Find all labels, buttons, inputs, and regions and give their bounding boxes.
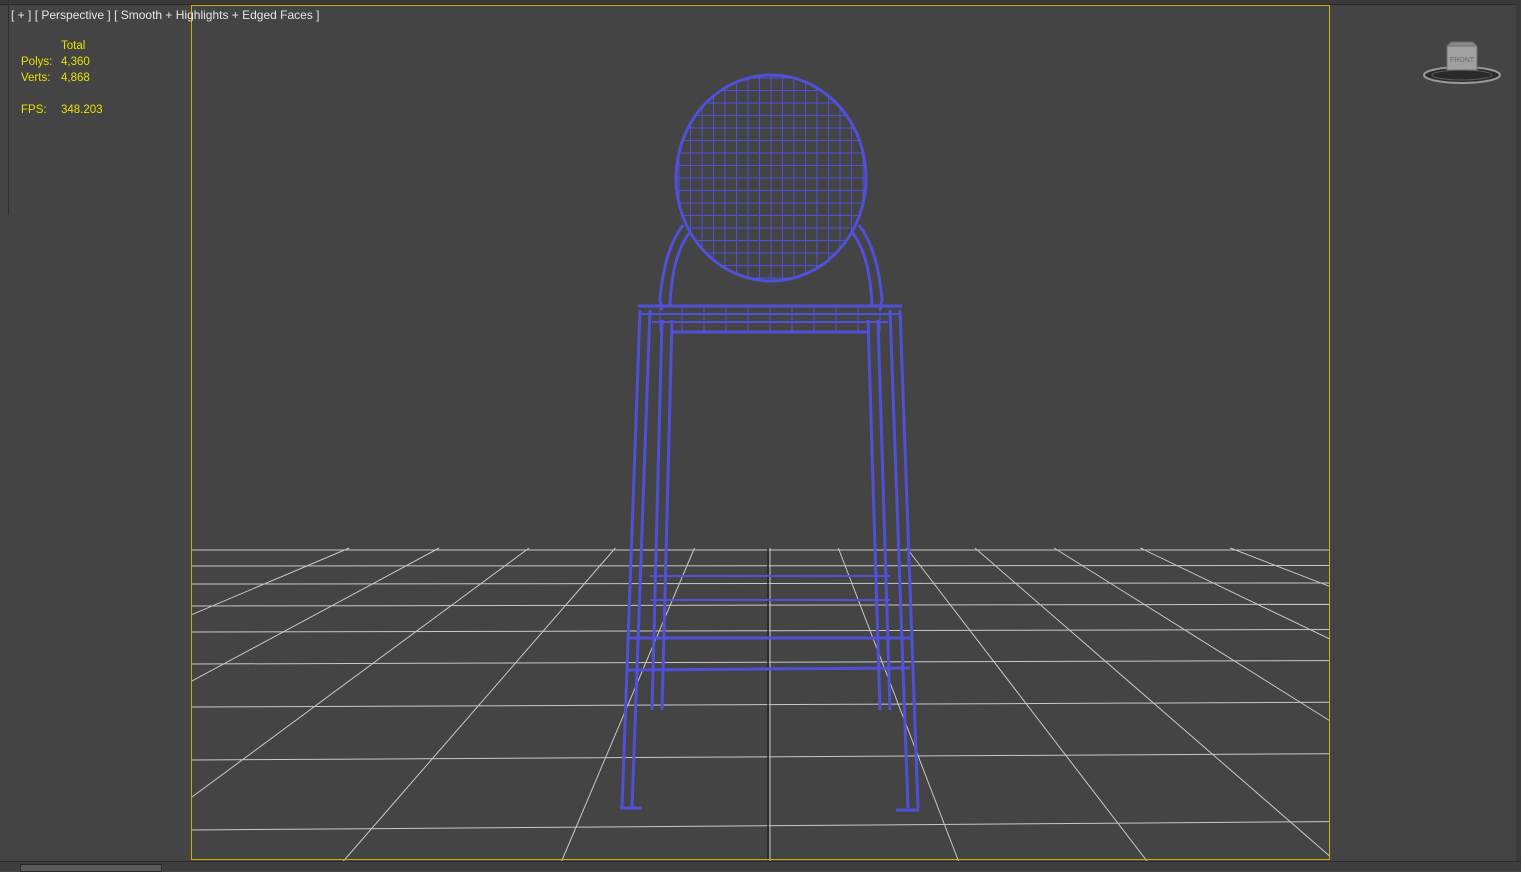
viewcube-face-label: FRONT <box>1450 57 1475 64</box>
grid-line-depth <box>192 548 439 681</box>
viewport-shading-menu[interactable]: [ Smooth + Highlights + Edged Faces ] <box>114 8 319 22</box>
grid-line-horizontal <box>192 822 1330 830</box>
grid-line-horizontal <box>192 630 1330 632</box>
home-grid <box>192 548 1330 865</box>
back-leg <box>652 320 662 710</box>
grid-line-horizontal <box>192 583 1330 584</box>
perspective-viewport[interactable]: [ + ] [ Perspective ] [ Smooth + Highlig… <box>0 0 1521 870</box>
viewport-label-menu: [ + ] [ Perspective ] [ Smooth + Highlig… <box>11 8 320 22</box>
grid-line-depth <box>907 548 1150 865</box>
fps-value: 348.203 <box>61 102 103 118</box>
grid-line-depth <box>192 548 349 615</box>
front-leg <box>622 310 640 808</box>
footrest-rail <box>628 668 910 670</box>
viewport-plus-menu[interactable]: [ + ] <box>11 8 31 22</box>
grid-line-depth <box>1140 548 1330 639</box>
back-leg <box>868 320 880 710</box>
grid-line-depth <box>1054 548 1330 721</box>
back-leg <box>878 320 890 710</box>
scene-canvas[interactable] <box>0 0 1521 870</box>
stats-header: Total <box>61 38 85 54</box>
fps-label: FPS: <box>21 102 61 118</box>
grid-line-depth <box>560 548 694 865</box>
viewport-statistics: Total Polys:4,360 Verts:4,868 FPS:348.20… <box>21 38 103 118</box>
front-leg <box>890 310 908 808</box>
grid-line-horizontal <box>192 661 1330 664</box>
grid-line-depth <box>1230 548 1330 587</box>
polys-label: Polys: <box>21 54 61 70</box>
viewport-point-of-view-menu[interactable]: [ Perspective ] <box>35 8 111 22</box>
verts-label: Verts: <box>21 70 61 86</box>
grid-line-horizontal <box>192 754 1330 760</box>
front-leg <box>632 310 650 808</box>
bottom-panel-tab[interactable] <box>20 864 162 872</box>
verts-value: 4,868 <box>61 70 90 86</box>
back-leg <box>662 320 672 710</box>
grid-line-depth <box>192 548 529 797</box>
grid-line-horizontal <box>192 702 1330 707</box>
grid-line-horizontal <box>192 604 1330 606</box>
viewcube-icon[interactable]: FRONT <box>1422 40 1502 88</box>
polys-value: 4,360 <box>61 54 90 70</box>
